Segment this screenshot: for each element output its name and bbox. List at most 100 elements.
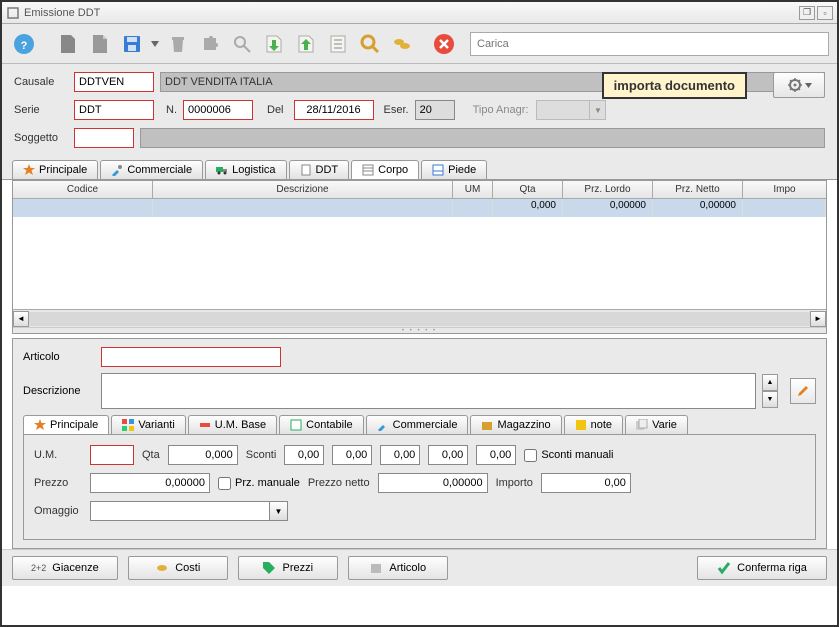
sconto2-input[interactable] [332, 445, 372, 465]
edit-description-button[interactable] [790, 378, 816, 404]
prezzo-label: Prezzo [34, 477, 82, 489]
tab-ddt[interactable]: DDT [289, 160, 350, 179]
export-icon[interactable] [292, 30, 320, 58]
col-prznetto[interactable]: Prz. Netto [653, 181, 743, 198]
doc-icon[interactable] [86, 30, 114, 58]
tab-logistica[interactable]: Logistica [205, 160, 286, 179]
del-label: Del [267, 104, 284, 116]
grid-icon [432, 164, 444, 176]
subtab-principale[interactable]: Principale [23, 415, 109, 434]
sub-tab-strip: Principale Varianti U.M. Base Contabile … [23, 415, 816, 435]
doc-new-icon[interactable] [54, 30, 82, 58]
grid-icon [362, 164, 374, 176]
annotation-arrow [687, 76, 767, 78]
giacenze-button[interactable]: 2+2Giacenze [12, 556, 118, 580]
tab-piede[interactable]: Piede [421, 160, 487, 179]
tag-icon [262, 561, 276, 575]
subtab-note[interactable]: note [564, 415, 623, 434]
table-icon [290, 419, 302, 431]
tipo-anagr-dropdown[interactable]: ▼ [589, 101, 605, 119]
causale-input[interactable] [74, 72, 154, 92]
save-icon[interactable] [118, 30, 146, 58]
um-label: U.M. [34, 449, 82, 461]
soggetto-input[interactable] [74, 128, 134, 148]
gear-button[interactable] [773, 72, 825, 98]
tools-icon [111, 164, 123, 176]
maximize-button[interactable]: ❐ [799, 6, 815, 20]
prezzi-button[interactable]: Prezzi [238, 556, 338, 580]
scroll-left-button[interactable]: ◄ [13, 311, 29, 327]
descrizione-label: Descrizione [23, 385, 95, 397]
eser-input[interactable] [415, 100, 455, 120]
restore-button[interactable]: ▫ [817, 6, 833, 20]
subtab-contabile[interactable]: Contabile [279, 415, 363, 434]
subtab-varie[interactable]: Varie [625, 415, 688, 434]
serie-input[interactable] [74, 100, 154, 120]
scroll-track[interactable] [29, 312, 810, 326]
grid-body[interactable]: 0,000 0,00000 0,00000 [13, 199, 826, 309]
search-input[interactable] [470, 32, 829, 56]
subtab-magazzino[interactable]: Magazzino [470, 415, 561, 434]
search-tool-icon[interactable] [228, 30, 256, 58]
sconto5-input[interactable] [476, 445, 516, 465]
omaggio-field[interactable] [90, 501, 270, 521]
subtab-varianti[interactable]: Varianti [111, 415, 185, 434]
list-icon[interactable] [324, 30, 352, 58]
omaggio-combo[interactable]: ▼ [90, 501, 288, 521]
col-impo[interactable]: Impo [743, 181, 826, 198]
help-icon[interactable]: ? [10, 30, 38, 58]
puzzle-icon[interactable] [196, 30, 224, 58]
um-input[interactable] [90, 445, 134, 465]
articolo-input[interactable] [101, 347, 281, 367]
costi-button[interactable]: Costi [128, 556, 228, 580]
sconto3-input[interactable] [380, 445, 420, 465]
note-icon [575, 419, 587, 431]
coins-icon[interactable] [388, 30, 416, 58]
importo-input[interactable] [541, 473, 631, 493]
save-dropdown-icon[interactable] [150, 30, 160, 58]
import-icon[interactable] [260, 30, 288, 58]
conferma-riga-button[interactable]: Conferma riga [697, 556, 827, 580]
sconto4-input[interactable] [428, 445, 468, 465]
qta-input[interactable] [168, 445, 238, 465]
subtab-commerciale[interactable]: Commerciale [366, 415, 469, 434]
tab-commerciale[interactable]: Commerciale [100, 160, 203, 179]
trash-icon[interactable] [164, 30, 192, 58]
close-icon[interactable] [430, 30, 458, 58]
check-icon [717, 561, 731, 575]
header-panel: Causale DDT VENDITA ITALIA Serie N. Del … [2, 64, 837, 158]
prz-manuale-checkbox[interactable]: Prz. manuale [218, 477, 300, 490]
tab-corpo[interactable]: Corpo [351, 160, 419, 179]
find-icon[interactable] [356, 30, 384, 58]
pencil-icon [796, 384, 810, 398]
principale-fields: U.M. Qta Sconti Sconti manuali Prezzo Pr… [23, 434, 816, 540]
prezzo-netto-input[interactable] [378, 473, 488, 493]
table-row[interactable]: 0,000 0,00000 0,00000 [13, 199, 826, 217]
math-icon: 2+2 [31, 563, 46, 573]
tab-principale[interactable]: Principale [12, 160, 98, 179]
descrizione-input[interactable] [101, 373, 756, 409]
col-codice[interactable]: Codice [13, 181, 153, 198]
col-um[interactable]: UM [453, 181, 493, 198]
articolo-label: Articolo [23, 351, 95, 363]
resize-grip[interactable]: • • • • • [13, 327, 826, 333]
data-input[interactable] [294, 100, 374, 120]
horizontal-scrollbar[interactable]: ◄ ► [13, 309, 826, 327]
eser-label: Eser. [384, 104, 409, 116]
omaggio-dropdown-button[interactable]: ▼ [270, 501, 288, 521]
articolo-button[interactable]: Articolo [348, 556, 448, 580]
desc-up-button[interactable]: ▲ [762, 374, 778, 391]
numero-input[interactable] [183, 100, 253, 120]
bottom-toolbar: 2+2Giacenze Costi Prezzi Articolo Confer… [2, 549, 837, 586]
scroll-right-button[interactable]: ► [810, 311, 826, 327]
desc-down-button[interactable]: ▼ [762, 391, 778, 408]
col-przlordo[interactable]: Prz. Lordo [563, 181, 653, 198]
col-descrizione[interactable]: Descrizione [153, 181, 453, 198]
subtab-umbase[interactable]: U.M. Base [188, 415, 277, 434]
svg-text:?: ? [21, 40, 28, 52]
sconti-manuali-checkbox[interactable]: Sconti manuali [524, 449, 613, 462]
col-qta[interactable]: Qta [493, 181, 563, 198]
sconto1-input[interactable] [284, 445, 324, 465]
prezzo-input[interactable] [90, 473, 210, 493]
window-icon [6, 6, 20, 20]
